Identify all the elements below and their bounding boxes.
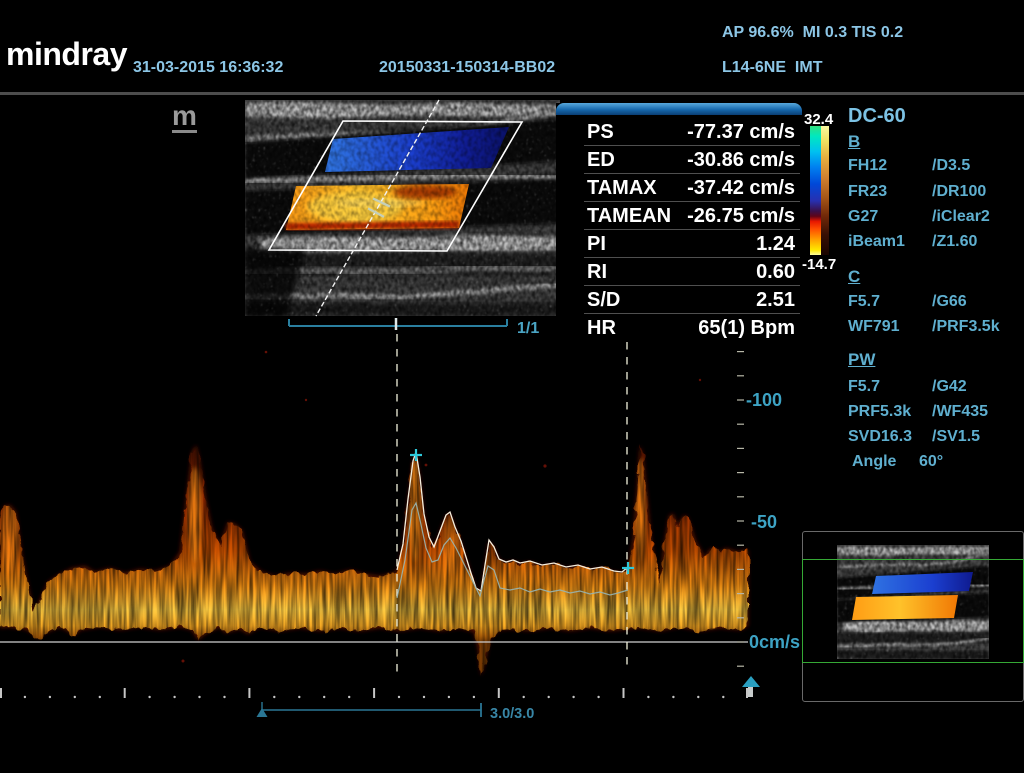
svg-text:0cm/s: 0cm/s: [749, 632, 800, 652]
svg-text:-50: -50: [751, 512, 777, 532]
svg-text:3.0/3.0: 3.0/3.0: [490, 706, 534, 722]
svg-text:-100: -100: [746, 390, 782, 410]
